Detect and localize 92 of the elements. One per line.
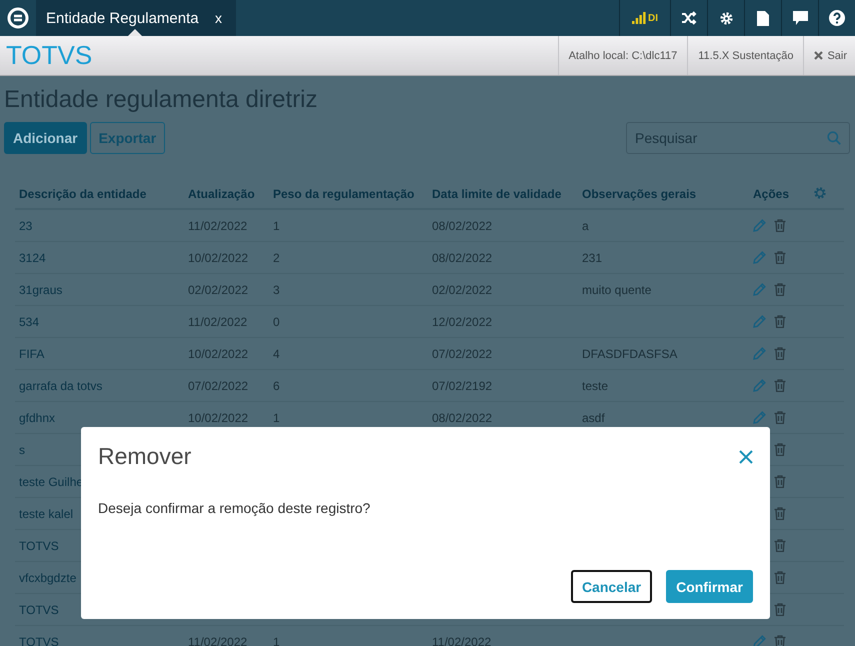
table-cell: 08/02/2022 [432,410,492,424]
dialog-message: Deseja confirmar a remoção deste registro? [98,500,372,516]
trash-icon[interactable] [774,507,786,520]
entity-link[interactable]: 534 [19,314,40,328]
table-cell: 1 [273,410,280,424]
table-cell: 10/02/2022 [188,250,248,264]
confirm-button[interactable]: Confirmar [666,570,753,603]
entity-link[interactable]: TOTVS [19,538,59,552]
column-header[interactable]: Atualização [184,180,269,209]
table-cell: 1 [273,634,280,646]
close-icon[interactable] [739,450,753,464]
table-cell: 231 [582,250,602,264]
pencil-icon[interactable] [753,251,766,264]
trash-icon[interactable] [774,315,786,328]
dialog-title: Remover [98,443,192,470]
trash-icon[interactable] [774,635,786,646]
table-cell: teste [582,378,608,392]
entity-link[interactable]: 31graus [19,282,62,296]
trash-icon[interactable] [774,411,786,424]
pencil-icon[interactable] [753,283,766,296]
table-cell: 1 [273,218,280,232]
help-icon[interactable] [829,10,845,26]
table-cell: 11/02/2022 [188,634,248,646]
search-icon[interactable] [827,131,841,145]
signal-label: DI [648,12,658,24]
table-cell: DFASDFDASFSA [582,346,678,360]
table-cell: 3 [273,282,280,296]
table-cell: muito quente [582,282,652,296]
table-cell: 02/02/2022 [432,282,492,296]
header-info: 11.5.X Sustentação [687,36,804,75]
document-tab[interactable]: Entidade Regulamenta x [36,0,236,36]
trash-icon[interactable] [774,603,786,616]
table-cell: 02/02/2022 [188,282,248,296]
header-info: Atalho local: C:\dlc117 [558,36,688,75]
entity-link[interactable]: 23 [19,218,32,232]
entity-link[interactable]: 3124 [19,250,46,264]
export-button[interactable]: Exportar [90,122,166,154]
trash-icon[interactable] [774,347,786,360]
pencil-icon[interactable] [753,411,766,424]
trash-icon[interactable] [774,251,786,264]
pencil-icon[interactable] [753,635,766,646]
column-header[interactable]: Observações gerais [578,180,749,209]
shuffle-icon[interactable] [681,11,697,25]
table-cell: 08/02/2022 [432,218,492,232]
table-cell: 12/02/2022 [432,314,492,328]
table-cell: 10/02/2022 [188,346,248,360]
trash-icon[interactable] [774,475,786,488]
pencil-icon[interactable] [753,347,766,360]
table-cell: asdf [582,410,605,424]
document-icon[interactable] [757,10,769,26]
pencil-icon[interactable] [753,379,766,392]
entity-link[interactable]: gfdhnx [19,410,56,424]
table-cell: 08/02/2022 [432,250,492,264]
close-icon[interactable] [814,51,824,60]
table-cell: 6 [273,378,280,392]
add-button[interactable]: Adicionar [4,122,87,154]
chat-icon[interactable] [792,11,808,25]
trash-icon[interactable] [774,379,786,392]
table-cell: 0 [273,314,280,328]
entity-link[interactable]: TOTVS [19,634,59,646]
table-cell: 07/02/2192 [432,378,492,392]
entity-link[interactable]: vfcxbgdzte [19,570,76,584]
table-cell: 11/02/2022 [188,218,248,232]
table-cell: 4 [273,346,280,360]
pencil-icon[interactable] [753,315,766,328]
entity-link[interactable]: TOTVS [19,602,59,616]
brand-logo: TOTVS [5,39,94,72]
signal-icon [632,12,646,24]
table-cell: 10/02/2022 [188,410,248,424]
table-cell: a [582,218,589,232]
column-header[interactable]: Peso da regulamentação [269,180,428,209]
column-header[interactable]: Data limite de validade [428,180,578,209]
column-header[interactable]: Descrição da entidade [15,180,184,209]
table-cell: 11/02/2022 [432,634,492,646]
logout-link[interactable]: Sair [827,50,847,62]
table-cell: 2 [273,250,280,264]
table-cell: 11/02/2022 [188,314,248,328]
trash-icon[interactable] [774,571,786,584]
trash-icon[interactable] [774,539,786,552]
entity-link[interactable]: garrafa da totvs [19,378,102,392]
cancel-button[interactable]: Cancelar [570,570,652,603]
pencil-icon[interactable] [753,219,766,232]
entity-link[interactable]: teste kalel [19,506,74,520]
trash-icon[interactable] [774,443,786,456]
table-cell: 07/02/2022 [188,378,248,392]
trash-icon[interactable] [774,219,786,232]
entity-link[interactable]: FIFA [19,346,44,360]
column-header[interactable]: Ações [749,180,809,209]
table-cell: 07/02/2022 [432,346,492,360]
logo-icon[interactable] [7,7,29,29]
entity-link[interactable]: s [19,442,25,456]
trash-icon[interactable] [774,283,786,296]
